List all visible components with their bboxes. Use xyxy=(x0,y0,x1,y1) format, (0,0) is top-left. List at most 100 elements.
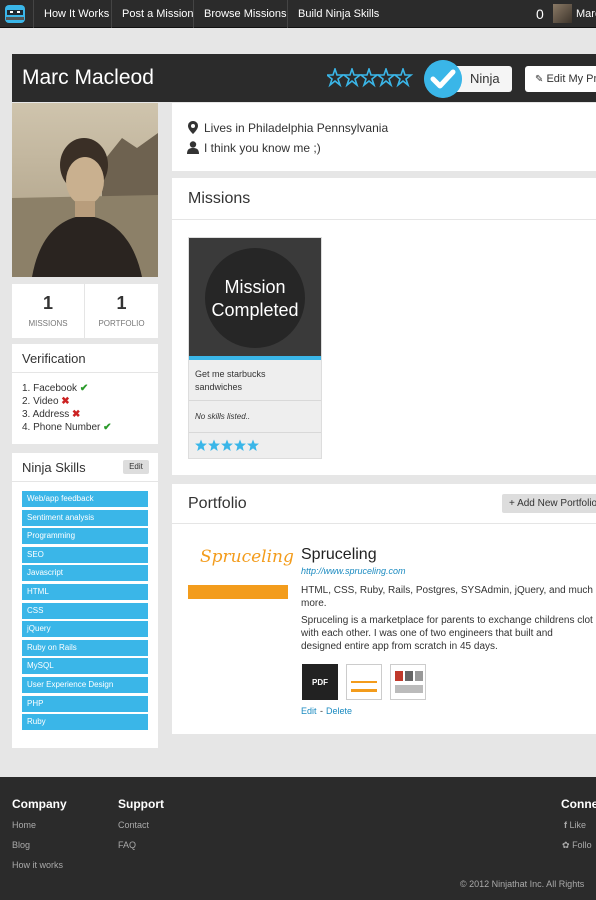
skill-tag[interactable]: Ruby on Rails xyxy=(22,639,148,656)
portfolio-item-description: Spruceling is a marketplace for parents … xyxy=(301,615,593,652)
footer-connect-title: Conne xyxy=(561,797,596,811)
facebook-like-link[interactable]: f Like xyxy=(564,820,586,830)
footer-link-blog[interactable]: Blog xyxy=(12,840,30,850)
pdf-thumbnail[interactable]: PDF xyxy=(302,664,338,700)
portfolio-item-tech: HTML, CSS, Ruby, Rails, Postgres, SYSAdm… xyxy=(301,585,593,609)
missions-label: MISSIONS xyxy=(28,319,68,328)
portfolio-delete-link[interactable]: Delete xyxy=(326,706,352,716)
skill-tag[interactable]: PHP xyxy=(22,695,148,712)
skill-tag[interactable]: MySQL xyxy=(22,658,148,675)
screenshot-thumbnail-2[interactable] xyxy=(390,664,426,700)
skill-tag[interactable]: HTML xyxy=(22,584,148,600)
portfolio-label: PORTFOLIO xyxy=(98,319,145,328)
verification-label: 2. Video xyxy=(22,396,59,407)
missions-stat[interactable]: 1 MISSIONS xyxy=(12,284,85,338)
edit-profile-button[interactable]: ✎ Edit My Pr xyxy=(525,66,596,92)
skill-tag[interactable]: Javascript xyxy=(22,565,148,582)
ninja-skills-title: Ninja Skills xyxy=(22,460,86,475)
nav-how-it-works[interactable]: How It Works xyxy=(33,0,119,28)
verification-card: Verification 1. Facebook ✔ 2. Video ✖ 3.… xyxy=(12,344,158,444)
twitter-follow-link[interactable]: ✿ Follo xyxy=(562,840,592,851)
missions-count: 1 xyxy=(42,293,53,313)
mission-skills: No skills listed.. xyxy=(195,412,251,421)
user-avatar[interactable] xyxy=(553,4,572,23)
top-nav: How It Works Post a Mission Browse Missi… xyxy=(0,0,596,28)
spruceling-logo[interactable]: Spruceling xyxy=(188,541,294,599)
verification-phone: 4. Phone Number ✔ xyxy=(22,422,112,433)
notification-count[interactable]: 0 xyxy=(536,0,544,28)
profile-photo xyxy=(12,103,158,277)
like-label: Like xyxy=(569,820,587,830)
skill-tag[interactable]: Ruby xyxy=(22,714,148,731)
user-menu-name[interactable]: Marc xyxy=(576,0,596,28)
divider xyxy=(172,219,596,220)
ninja-logo-icon[interactable] xyxy=(4,3,26,25)
nav-build-ninja-skills[interactable]: Build Ninja Skills xyxy=(287,0,389,28)
overlay-line: Completed xyxy=(211,300,299,320)
skill-tag[interactable]: Programming xyxy=(22,528,148,545)
ninja-skills-card: Ninja Skills Edit Web/app feedback Sentim… xyxy=(12,453,158,748)
plus-icon: + xyxy=(509,498,515,509)
divider xyxy=(12,372,158,373)
edit-skills-button[interactable]: Edit xyxy=(123,460,149,474)
skill-tag[interactable]: SEO xyxy=(22,546,148,563)
nav-post-mission[interactable]: Post a Mission xyxy=(111,0,204,28)
about-card xyxy=(172,103,596,171)
logo-text: Spruceling xyxy=(200,547,294,567)
mission-item[interactable]: Mission Completed Get me starbucks sandw… xyxy=(188,237,322,459)
skill-tag[interactable]: CSS xyxy=(22,602,148,619)
skill-tag[interactable]: User Experience Design xyxy=(22,677,148,693)
footer-link-faq[interactable]: FAQ xyxy=(118,840,136,850)
thumb-block xyxy=(415,671,423,681)
skill-tag[interactable]: Web/app feedback xyxy=(22,491,148,507)
facebook-icon: f xyxy=(564,820,567,830)
thumb-block xyxy=(395,685,423,693)
thumb-block xyxy=(395,671,403,681)
profile-header: Marc Macleod Ninja ✎ Edit My Pr xyxy=(12,54,596,102)
overlay-line: Mission xyxy=(224,277,286,297)
footer-link-how-it-works[interactable]: How it works xyxy=(12,860,63,870)
profile-name: Marc Macleod xyxy=(22,66,154,89)
divider xyxy=(172,523,596,524)
footer-link-home[interactable]: Home xyxy=(12,820,36,830)
copyright: © 2012 Ninjathat Inc. All Rights xyxy=(460,879,585,889)
footer-link-contact[interactable]: Contact xyxy=(118,820,149,830)
portfolio-title: Portfolio xyxy=(188,495,247,512)
logo-banner xyxy=(188,585,288,599)
divider xyxy=(189,432,321,433)
nav-browse-missions[interactable]: Browse Missions xyxy=(193,0,297,28)
screenshot-thumbnail-1[interactable] xyxy=(346,664,382,700)
divider xyxy=(12,481,158,482)
add-portfolio-label: Add New Portfolio xyxy=(517,498,596,509)
mission-title[interactable]: Get me starbucks sandwiches xyxy=(195,368,305,394)
location-text: Lives in Philadelphia Pennsylvania xyxy=(204,121,389,135)
verification-label: 3. Address xyxy=(22,409,70,420)
tagline-text: I think you know me ;) xyxy=(204,141,321,155)
mission-thumbnail: Mission Completed xyxy=(189,238,321,356)
link-separator: - xyxy=(320,706,323,716)
map-pin-icon xyxy=(188,121,198,134)
check-icon: ✔ xyxy=(103,422,112,433)
mission-completed-overlay: Mission Completed xyxy=(189,276,321,322)
cross-icon: ✖ xyxy=(72,409,81,420)
verification-label: 4. Phone Number xyxy=(22,422,101,433)
footer-company-title: Company xyxy=(12,797,67,811)
verification-facebook: 1. Facebook ✔ xyxy=(22,383,88,394)
portfolio-item-url[interactable]: http://www.spruceling.com xyxy=(301,566,406,576)
verification-label: 1. Facebook xyxy=(22,383,78,394)
missions-title: Missions xyxy=(188,190,251,207)
profile-stats: 1 MISSIONS 1 PORTFOLIO xyxy=(12,284,158,338)
user-icon xyxy=(187,141,199,154)
thumb-banner xyxy=(351,689,377,692)
thumb-block xyxy=(405,671,413,681)
add-portfolio-button[interactable]: + Add New Portfolio xyxy=(502,494,596,513)
portfolio-count: 1 xyxy=(116,293,127,313)
skill-tag[interactable]: Sentiment analysis xyxy=(22,509,148,526)
edit-icon: ✎ xyxy=(535,74,544,85)
skill-tag[interactable]: jQuery xyxy=(22,621,148,638)
mission-rating-stars xyxy=(195,439,259,451)
twitter-icon: ✿ xyxy=(562,840,570,850)
rating-stars[interactable] xyxy=(327,68,415,88)
portfolio-edit-link[interactable]: Edit xyxy=(301,706,317,716)
portfolio-stat[interactable]: 1 PORTFOLIO xyxy=(85,284,158,338)
